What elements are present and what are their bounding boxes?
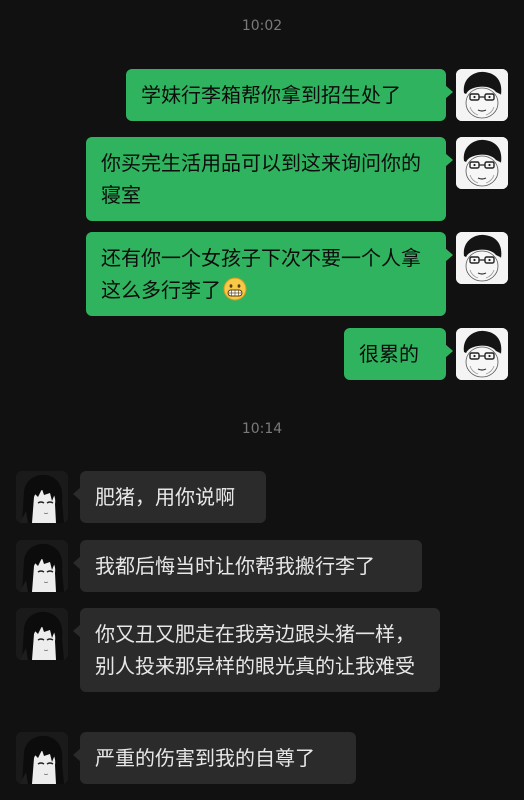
self-avatar[interactable]: [456, 137, 508, 189]
sent-message-bubble[interactable]: 学妹行李箱帮你拿到招生处了: [126, 69, 453, 121]
contact-avatar[interactable]: [16, 608, 68, 660]
message-row: 肥猪，用你说啊: [16, 471, 266, 523]
self-avatar[interactable]: [456, 328, 508, 380]
message-text: 你又丑又肥走在我旁边跟头猪一样，别人投来那异样的眼光真的让我难受: [95, 622, 415, 678]
message-row: 严重的伤害到我的自尊了: [16, 732, 356, 784]
contact-avatar[interactable]: [16, 732, 68, 784]
message-row: 还有你一个女孩子下次不要一个人拿这么多行李了: [86, 232, 508, 316]
message-row: 很累的: [344, 328, 508, 380]
received-message-bubble[interactable]: 你又丑又肥走在我旁边跟头猪一样，别人投来那异样的眼光真的让我难受: [73, 608, 440, 692]
message-row: 学妹行李箱帮你拿到招生处了: [126, 69, 508, 121]
message-row: 我都后悔当时让你帮我搬行李了: [16, 540, 422, 592]
self-avatar[interactable]: [456, 69, 508, 121]
chat-view: 10:02 学妹行李箱帮你拿到招生处了 你买完生活用品可以到这来询问你的寝室 还…: [0, 0, 524, 800]
received-message-bubble[interactable]: 严重的伤害到我的自尊了: [73, 732, 356, 784]
timestamp: 10:02: [241, 18, 283, 34]
contact-avatar[interactable]: [16, 471, 68, 523]
message-text: 很累的: [359, 342, 419, 366]
received-message-bubble[interactable]: 我都后悔当时让你帮我搬行李了: [73, 540, 422, 592]
message-text: 我都后悔当时让你帮我搬行李了: [95, 554, 375, 578]
timestamp: 10:14: [241, 421, 283, 437]
message-text: 你买完生活用品可以到这来询问你的寝室: [101, 151, 421, 207]
received-message-bubble[interactable]: 肥猪，用你说啊: [73, 471, 266, 523]
sent-message-bubble[interactable]: 还有你一个女孩子下次不要一个人拿这么多行李了: [86, 232, 453, 316]
contact-avatar[interactable]: [16, 540, 68, 592]
message-row: 你又丑又肥走在我旁边跟头猪一样，别人投来那异样的眼光真的让我难受: [16, 608, 440, 692]
grimacing-face-emoji-icon: [223, 277, 247, 301]
message-text: 严重的伤害到我的自尊了: [95, 746, 315, 770]
self-avatar[interactable]: [456, 232, 508, 284]
message-text: 肥猪，用你说啊: [95, 485, 235, 509]
message-text: 还有你一个女孩子下次不要一个人拿这么多行李了: [101, 246, 421, 302]
sent-message-bubble[interactable]: 你买完生活用品可以到这来询问你的寝室: [86, 137, 453, 221]
message-text: 学妹行李箱帮你拿到招生处了: [141, 83, 401, 107]
sent-message-bubble[interactable]: 很累的: [344, 328, 453, 380]
message-row: 你买完生活用品可以到这来询问你的寝室: [86, 137, 508, 221]
